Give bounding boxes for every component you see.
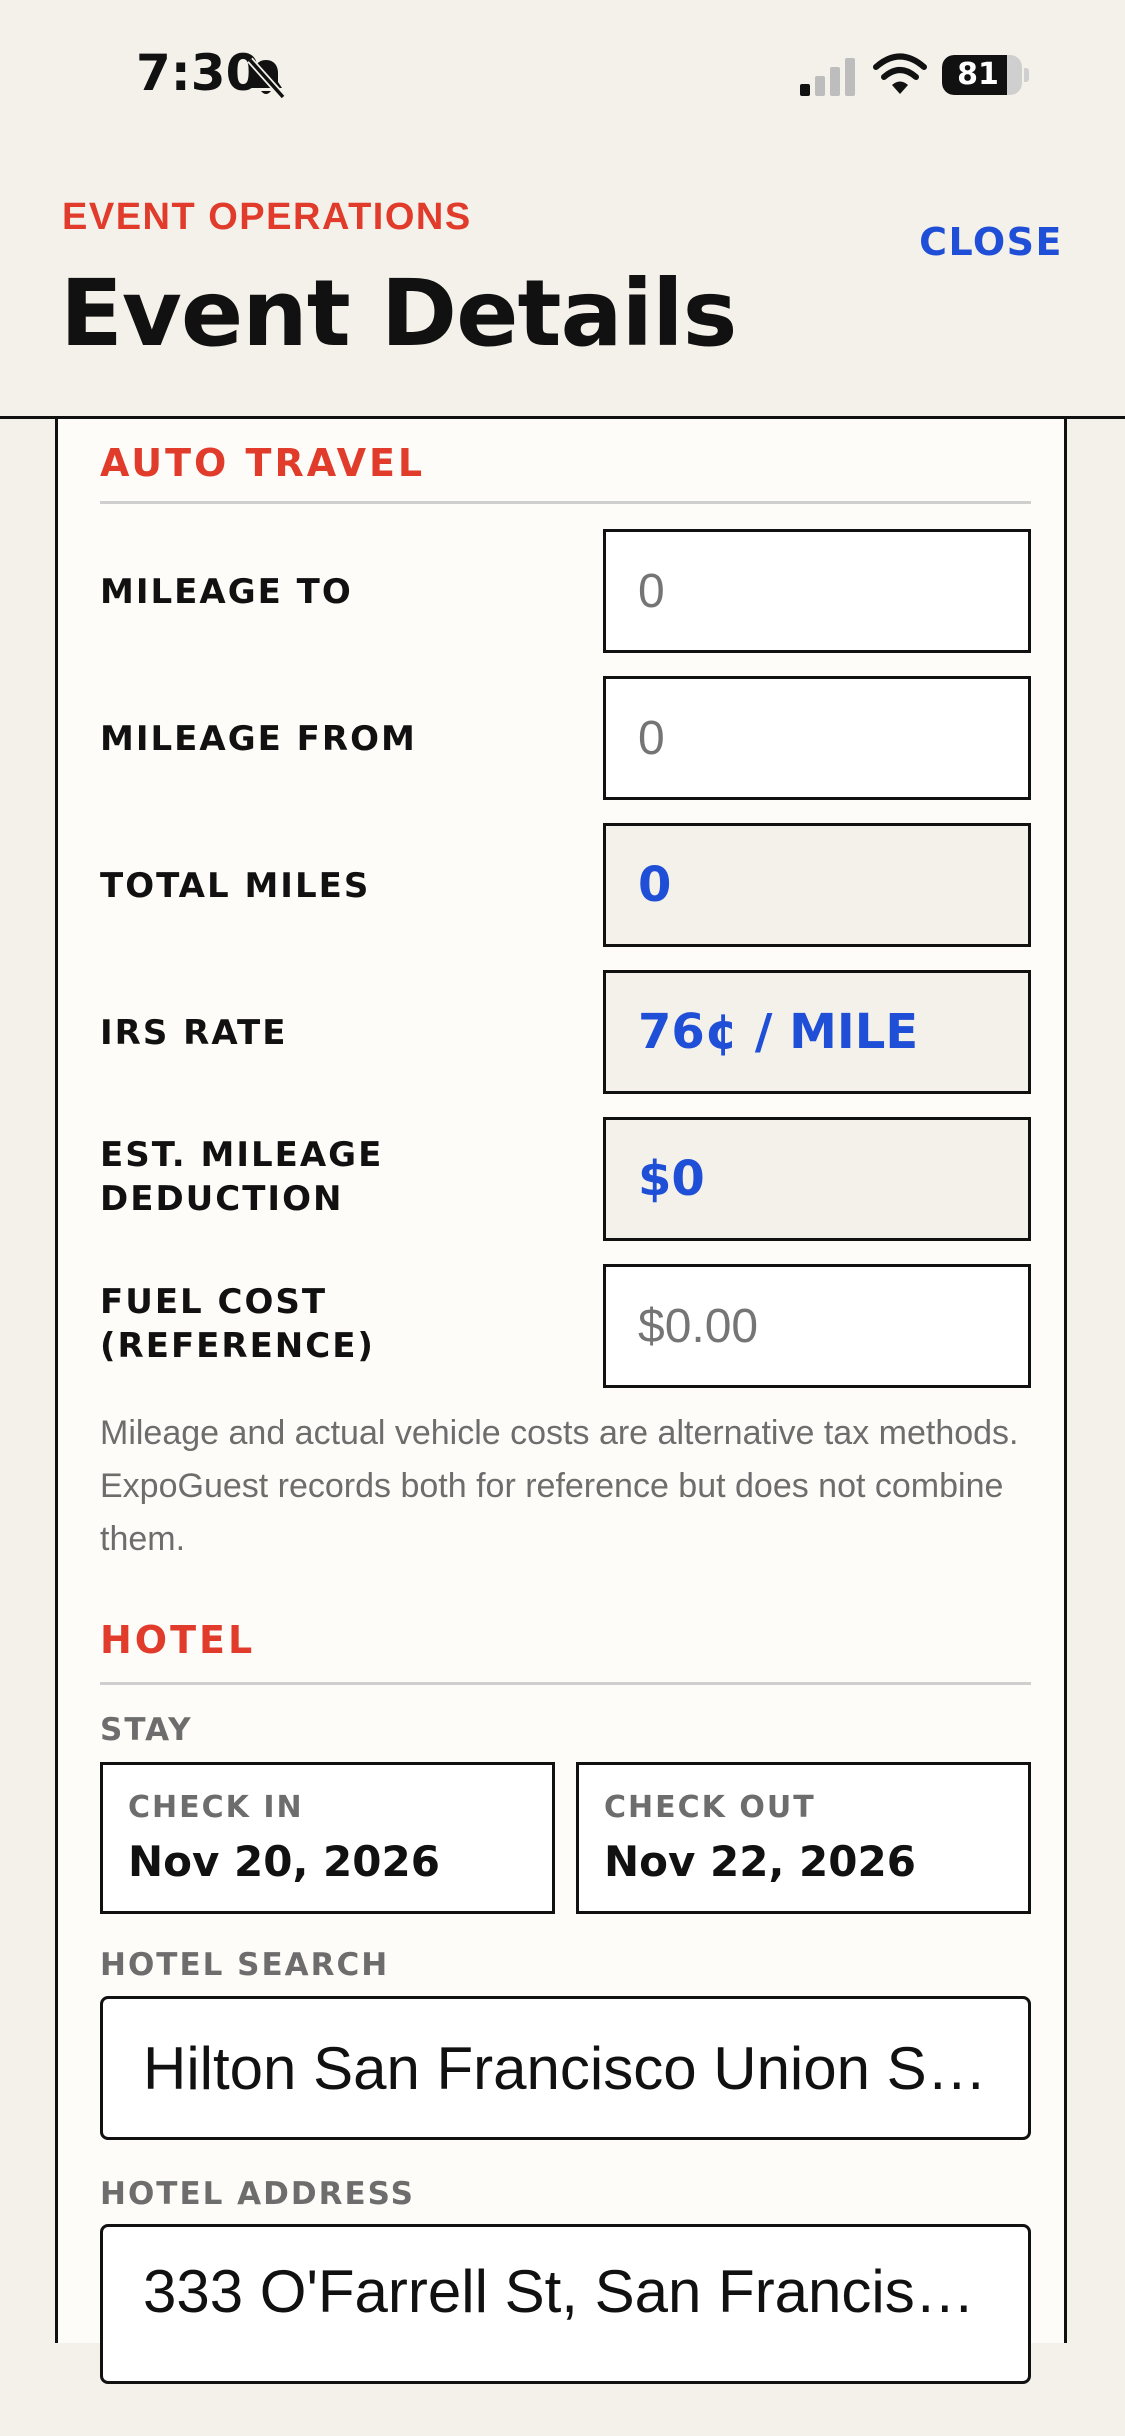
auto-travel-title: AUTO TRAVEL	[100, 441, 426, 485]
page-title: Event Details	[60, 260, 737, 367]
irs-rate-value: 76¢ / MILE	[603, 970, 1031, 1094]
stay-label: STAY	[100, 1712, 193, 1748]
section-divider	[100, 501, 1031, 504]
mileage-to-label: MILEAGE TO	[100, 572, 353, 612]
irs-rate-label: IRS RATE	[100, 1013, 288, 1053]
check-in-button[interactable]: CHECK IN Nov 20, 2026	[100, 1762, 555, 1914]
mileage-from-input[interactable]	[638, 710, 1028, 766]
total-miles-label: TOTAL MILES	[100, 866, 371, 906]
total-miles-value: 0	[603, 823, 1031, 947]
cellular-signal-icon	[800, 58, 855, 96]
section-divider	[100, 1682, 1031, 1685]
check-out-date: Nov 22, 2026	[604, 1837, 916, 1886]
status-bar: 7:30 81	[0, 0, 1125, 150]
hotel-address-input[interactable]	[143, 2257, 988, 2326]
hotel-title: HOTEL	[100, 1618, 256, 1662]
battery-percent: 81	[957, 57, 999, 92]
mileage-from-field[interactable]	[603, 676, 1031, 800]
est-deduction-value: $0	[603, 1117, 1031, 1241]
fuel-cost-input[interactable]	[638, 1298, 1028, 1354]
hotel-search-input[interactable]	[143, 2033, 988, 2103]
section-eyebrow: EVENT OPERATIONS	[62, 196, 472, 238]
fuel-cost-field[interactable]	[603, 1264, 1031, 1388]
mileage-to-input[interactable]	[638, 563, 1028, 619]
mileage-from-label: MILEAGE FROM	[100, 719, 417, 759]
est-deduction-label-line1: EST. MILEAGE	[100, 1135, 384, 1175]
hotel-address-field[interactable]	[100, 2224, 1031, 2384]
mileage-note: Mileage and actual vehicle costs are alt…	[100, 1414, 1019, 1558]
mileage-to-field[interactable]	[603, 529, 1031, 653]
check-out-label: CHECK OUT	[604, 1790, 816, 1825]
hotel-search-label: HOTEL SEARCH	[100, 1947, 390, 1983]
event-details-card: AUTO TRAVEL MILEAGE TO MILEAGE FROM TOTA…	[55, 419, 1067, 2384]
check-in-date: Nov 20, 2026	[128, 1837, 440, 1886]
bell-slash-icon	[247, 57, 286, 100]
battery-icon: 81	[942, 55, 1029, 95]
wifi-icon	[873, 53, 927, 94]
est-deduction-label-line2: DEDUCTION	[100, 1179, 344, 1219]
hotel-search-field[interactable]	[100, 1996, 1031, 2140]
check-out-button[interactable]: CHECK OUT Nov 22, 2026	[576, 1762, 1031, 1914]
close-button[interactable]: CLOSE	[919, 220, 1063, 264]
fuel-cost-label-line1: FUEL COST	[100, 1282, 328, 1322]
hotel-address-label: HOTEL ADDRESS	[100, 2176, 415, 2212]
status-time: 7:30	[136, 44, 261, 102]
check-in-label: CHECK IN	[128, 1790, 304, 1825]
fuel-cost-label-line2: (REFERENCE)	[100, 1326, 375, 1366]
page-header: EVENT OPERATIONS Event Details CLOSE	[0, 150, 1125, 419]
